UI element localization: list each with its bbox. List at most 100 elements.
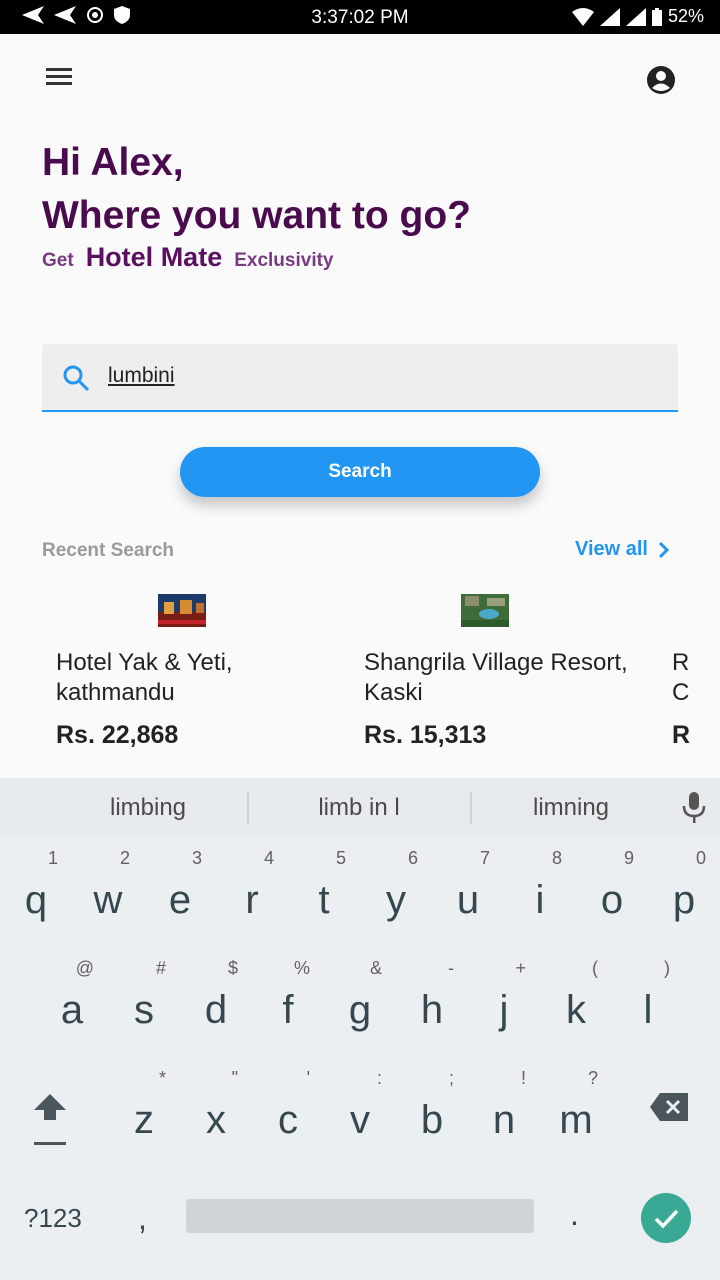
status-right-icons: 52% — [571, 6, 704, 27]
key-q[interactable]: 1q — [0, 848, 72, 948]
key-h[interactable]: -h — [396, 958, 468, 1058]
key-v[interactable]: :v — [324, 1068, 396, 1168]
key-hint: 0 — [695, 848, 706, 868]
key-label: h — [420, 988, 444, 1032]
enter-key[interactable] — [641, 1193, 691, 1243]
checkmark-icon — [654, 1209, 679, 1229]
key-g[interactable]: & g — [324, 958, 396, 1058]
account-circle-icon — [647, 66, 675, 94]
hotel-price: Rs. 22,868 — [56, 721, 179, 749]
battery-level: 52% — [667, 6, 704, 26]
key-x[interactable]: " x — [180, 1068, 252, 1168]
brand-name: Hotel Mate — [85, 242, 223, 272]
key-label: n — [492, 1098, 516, 1142]
account-button[interactable] — [646, 65, 676, 95]
signal-icon — [599, 7, 620, 26]
hotel-name: Shangrila Village Resort, Kaski — [364, 649, 628, 706]
key-label: f — [282, 988, 294, 1032]
status-bar: 3:37:02 PM 52% — [0, 0, 720, 34]
hotel-thumbnail — [461, 594, 509, 627]
hotel-name: Hotel Yak & Yeti, kathmandu — [56, 649, 233, 706]
key-hint: : — [376, 1068, 382, 1088]
suggestion-item[interactable]: limb in l — [259, 794, 459, 822]
key-r[interactable]: 4r — [216, 848, 288, 948]
key-hint: - — [448, 958, 454, 978]
key-y[interactable]: 6y — [360, 848, 432, 948]
key-d[interactable]: $ d — [180, 958, 252, 1058]
chevron-right-icon — [658, 541, 670, 558]
menu-icon — [46, 82, 72, 85]
key-a[interactable]: @ a — [36, 958, 108, 1058]
hotel-card[interactable]: Hotel Yak & Yeti, kathmandu Rs. 22,868 — [56, 580, 356, 770]
key-label: a — [60, 988, 84, 1032]
backspace-icon[interactable] — [650, 1093, 688, 1121]
key-hint: 8 — [551, 848, 562, 868]
key-e[interactable]: 3e — [144, 848, 216, 948]
key-k[interactable]: (k — [540, 958, 612, 1058]
key-label: q — [24, 878, 48, 922]
soft-keyboard: limbing limb in l limning 1q2w3e4r5t6y7u… — [0, 778, 720, 1280]
shift-icon[interactable] — [32, 1092, 68, 1148]
recent-hotels-list: Hotel Yak & Yeti, kathmandu Rs. 22,868 S… — [0, 580, 720, 775]
tagline-prefix: Get — [42, 250, 74, 271]
key-j[interactable]: + j — [468, 958, 540, 1058]
key-label: g — [348, 988, 372, 1032]
key-w[interactable]: 2w — [72, 848, 144, 948]
key-t[interactable]: 5t — [288, 848, 360, 948]
suggestion-item[interactable]: limbing — [48, 794, 248, 822]
key-b[interactable]: ; b — [396, 1068, 468, 1168]
microphone-icon[interactable] — [682, 792, 706, 824]
view-all-link[interactable]: View all — [575, 538, 670, 561]
key-label: y — [386, 878, 406, 922]
key-z[interactable]: * z — [108, 1068, 180, 1168]
key-hint: + — [515, 958, 526, 978]
key-hint: % — [293, 958, 310, 978]
key-hint: 2 — [119, 848, 130, 868]
key-hint: 3 — [191, 848, 202, 868]
key-p[interactable]: 0p — [648, 848, 720, 948]
key-f[interactable]: % f — [252, 958, 324, 1058]
key-i[interactable]: 8i — [504, 848, 576, 948]
key-u[interactable]: 7u — [432, 848, 504, 948]
search-button[interactable]: Search — [180, 447, 540, 497]
key-l[interactable]: ) l — [612, 958, 684, 1058]
greeting-question: Where you want to go? — [42, 194, 471, 237]
key-label: v — [350, 1098, 370, 1142]
key-label: z — [134, 1098, 154, 1142]
key-label: u — [456, 878, 480, 922]
key-label: b — [420, 1098, 444, 1142]
key-label: w — [93, 878, 123, 922]
menu-button[interactable] — [40, 64, 78, 94]
key-s[interactable]: # s — [108, 958, 180, 1058]
key-m[interactable]: ? m — [540, 1068, 612, 1168]
key-hint: " — [231, 1068, 238, 1088]
key-label: x — [206, 1098, 226, 1142]
app-bar — [0, 34, 720, 124]
suggestion-item[interactable]: limning — [471, 794, 671, 822]
hotel-card[interactable]: Shangrila Village Resort, Kaski Rs. 15,3… — [364, 580, 664, 770]
key-hint: 9 — [623, 848, 634, 868]
key-label: o — [600, 878, 624, 922]
symbols-key[interactable]: ?123 — [24, 1203, 82, 1234]
key-hint: # — [155, 958, 166, 978]
comma-key[interactable]: , — [138, 1200, 147, 1237]
key-hint: ? — [587, 1068, 598, 1088]
signal-roaming-icon — [625, 7, 646, 26]
key-n[interactable]: ! n — [468, 1068, 540, 1168]
key-hint: ) — [664, 958, 670, 978]
space-key[interactable] — [186, 1199, 534, 1233]
key-hint: ' — [306, 1068, 310, 1088]
key-label: c — [278, 1098, 298, 1142]
recent-search-label: Recent Search — [42, 540, 175, 561]
key-c[interactable]: ' c — [252, 1068, 324, 1168]
menu-icon — [46, 75, 72, 78]
hotel-card[interactable]: RC R — [672, 580, 720, 770]
period-key[interactable]: . — [570, 1196, 579, 1233]
search-field[interactable] — [42, 344, 678, 412]
key-label: r — [245, 878, 259, 922]
key-label: e — [168, 878, 192, 922]
hotel-price: Rs. 15,313 — [364, 721, 487, 749]
search-input[interactable] — [108, 358, 648, 394]
view-all-label: View all — [574, 538, 648, 560]
key-o[interactable]: 9o — [576, 848, 648, 948]
